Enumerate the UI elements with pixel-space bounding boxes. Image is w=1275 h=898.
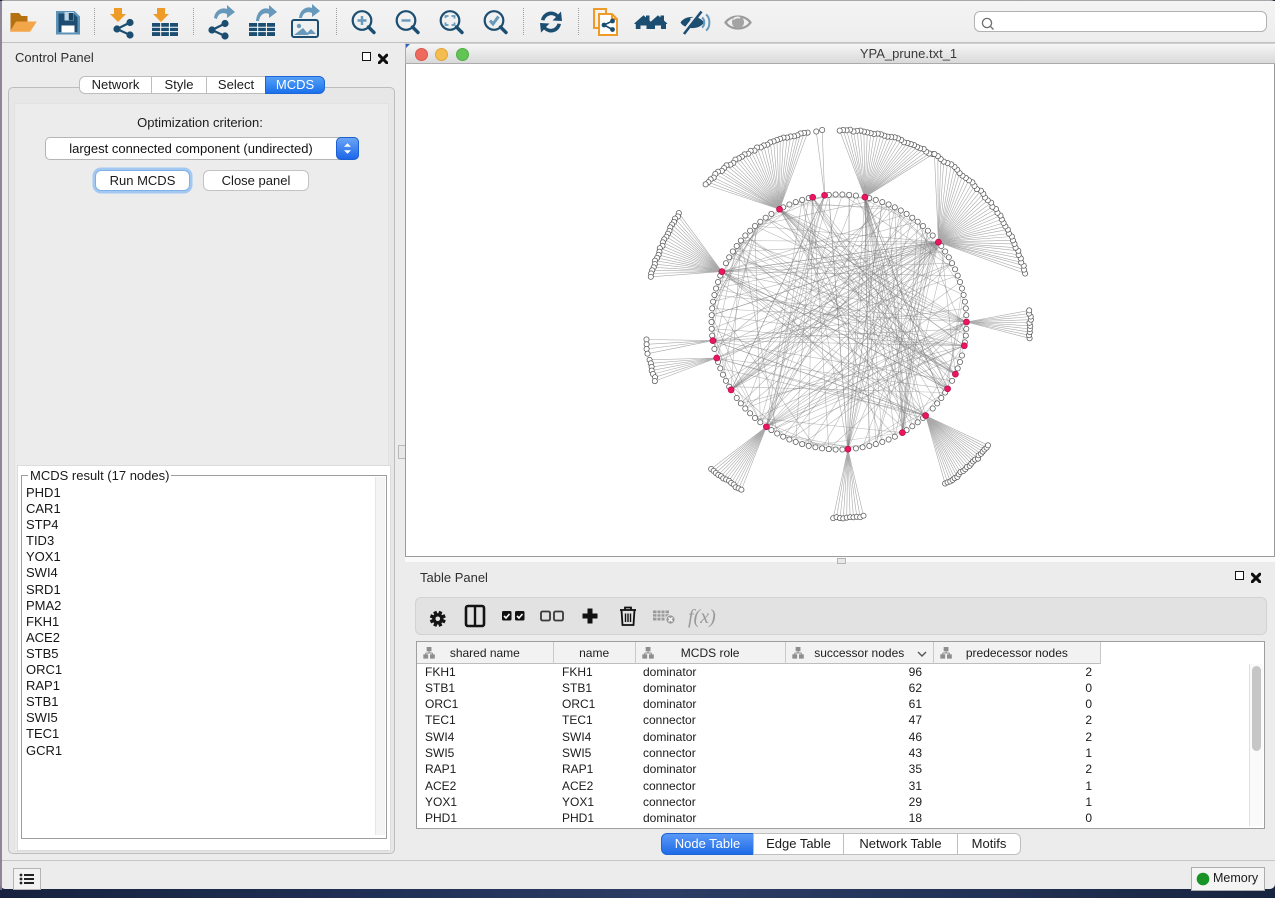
svg-text:f(x): f(x): [688, 606, 716, 628]
